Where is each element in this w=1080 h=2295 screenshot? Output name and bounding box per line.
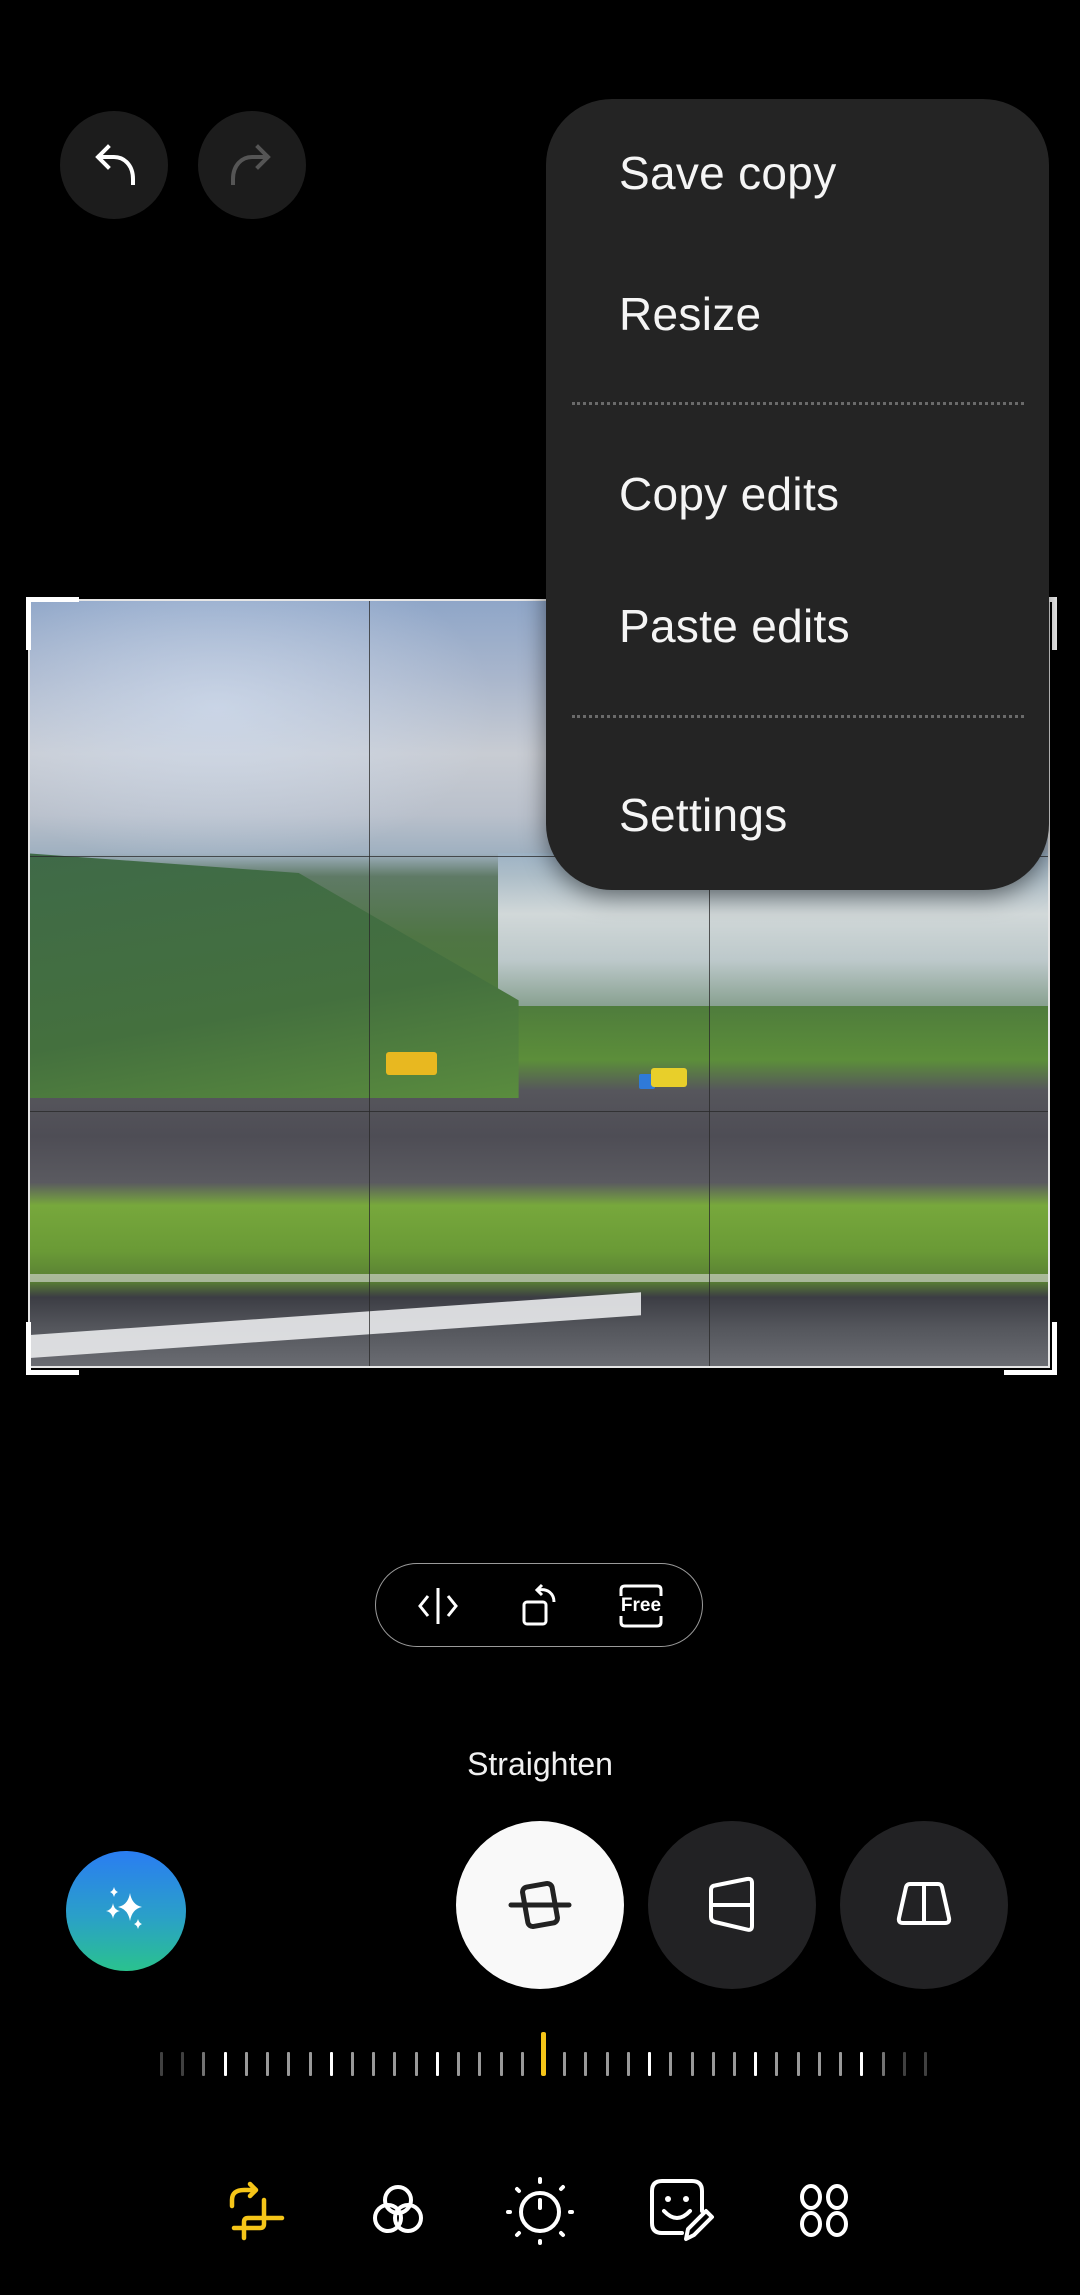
tool-more-button[interactable] (784, 2170, 864, 2250)
ruler-tick (605, 2052, 609, 2076)
adjust-mode-label: Straighten (467, 1746, 613, 1782)
ruler-tick (266, 2052, 270, 2076)
undo-button[interactable] (60, 111, 168, 219)
ruler-tick (329, 2052, 333, 2076)
ruler-tick (202, 2052, 206, 2076)
crop-rotate-icon (229, 2181, 285, 2241)
ruler-tick (308, 2052, 312, 2076)
sticker-pen-icon (650, 2179, 714, 2241)
ruler-tick (287, 2052, 291, 2076)
ruler-tick (478, 2052, 482, 2076)
ruler-tick (223, 2052, 227, 2076)
tool-transform-button[interactable] (214, 2170, 294, 2250)
ruler-tick (351, 2052, 354, 2076)
mode-vertical-perspective-button[interactable] (648, 1821, 816, 1989)
flip-horizontal-icon (418, 1588, 458, 1624)
menu-item-copy-edits[interactable]: Copy edits (619, 467, 839, 521)
rotate-button[interactable] (508, 1574, 572, 1638)
ruler-tick (372, 2052, 376, 2076)
crop-handle-top-left[interactable] (26, 597, 79, 650)
ruler-tick (181, 2052, 185, 2076)
ruler-tick (584, 2052, 588, 2076)
mode-horizontal-perspective-button[interactable] (840, 1821, 1008, 1989)
brightness-dial-icon (506, 2177, 574, 2245)
tool-filters-button[interactable] (358, 2170, 438, 2250)
ruler-tick (924, 2052, 927, 2076)
more-tools-icon (800, 2184, 848, 2237)
ruler-tick (754, 2052, 758, 2076)
ruler-tick (499, 2052, 503, 2076)
flip-button[interactable] (406, 1574, 470, 1638)
mode-straighten-button[interactable] (456, 1821, 624, 1989)
crop-handle-bottom-left[interactable] (26, 1322, 79, 1375)
ruler-tick (244, 2052, 248, 2076)
filters-icon (373, 2185, 423, 2233)
menu-item-resize[interactable]: Resize (619, 287, 761, 341)
ruler-tick (860, 2052, 864, 2076)
menu-item-paste-edits[interactable]: Paste edits (619, 599, 850, 653)
menu-divider (572, 715, 1024, 718)
ruler-tick (160, 2052, 163, 2076)
rotate-left-icon (522, 1583, 556, 1626)
straighten-slider[interactable] (160, 2032, 927, 2076)
redo-arrow-icon (231, 144, 271, 185)
transform-options-pill: Free (375, 1563, 703, 1647)
menu-item-save-copy[interactable]: Save copy (619, 146, 837, 200)
ruler-tick (902, 2052, 906, 2076)
auto-straighten-button[interactable] (66, 1851, 186, 1971)
ruler-tick (393, 2052, 397, 2076)
overflow-menu: Save copy Resize Copy edits Paste edits … (546, 99, 1049, 890)
aspect-ratio-icon: Free (619, 1584, 663, 1628)
vertical-perspective-icon (709, 1876, 754, 1932)
crop-handle-bottom-right[interactable] (1004, 1322, 1057, 1375)
slider-value-indicator[interactable] (541, 2032, 546, 2076)
aspect-ratio-label: Free (620, 1595, 662, 1616)
ruler-tick (775, 2052, 779, 2076)
ruler-tick (690, 2052, 694, 2076)
ruler-tick (414, 2052, 418, 2076)
ruler-tick (669, 2052, 673, 2076)
ruler-tick (457, 2052, 461, 2076)
ruler-tick (796, 2052, 800, 2076)
ruler-tick (881, 2052, 885, 2076)
menu-divider (572, 402, 1024, 405)
menu-item-settings[interactable]: Settings (619, 788, 788, 842)
ruler-tick (520, 2052, 524, 2076)
horizontal-perspective-icon (896, 1882, 952, 1925)
sparkle-ai-icon (106, 1887, 142, 1929)
ruler-tick (839, 2052, 843, 2076)
ruler-tick (711, 2052, 715, 2076)
ruler-tick (626, 2052, 630, 2076)
ruler-tick (563, 2052, 567, 2076)
aspect-ratio-button[interactable]: Free (609, 1574, 673, 1638)
ruler-tick (435, 2052, 439, 2076)
ruler-tick (733, 2052, 736, 2076)
undo-arrow-icon (95, 144, 135, 185)
redo-button[interactable] (198, 111, 306, 219)
straighten-icon (508, 1880, 572, 1930)
tool-tone-button[interactable] (500, 2170, 580, 2250)
tool-decorations-button[interactable] (641, 2170, 721, 2250)
ruler-tick (648, 2052, 652, 2076)
ruler-tick (817, 2052, 821, 2076)
